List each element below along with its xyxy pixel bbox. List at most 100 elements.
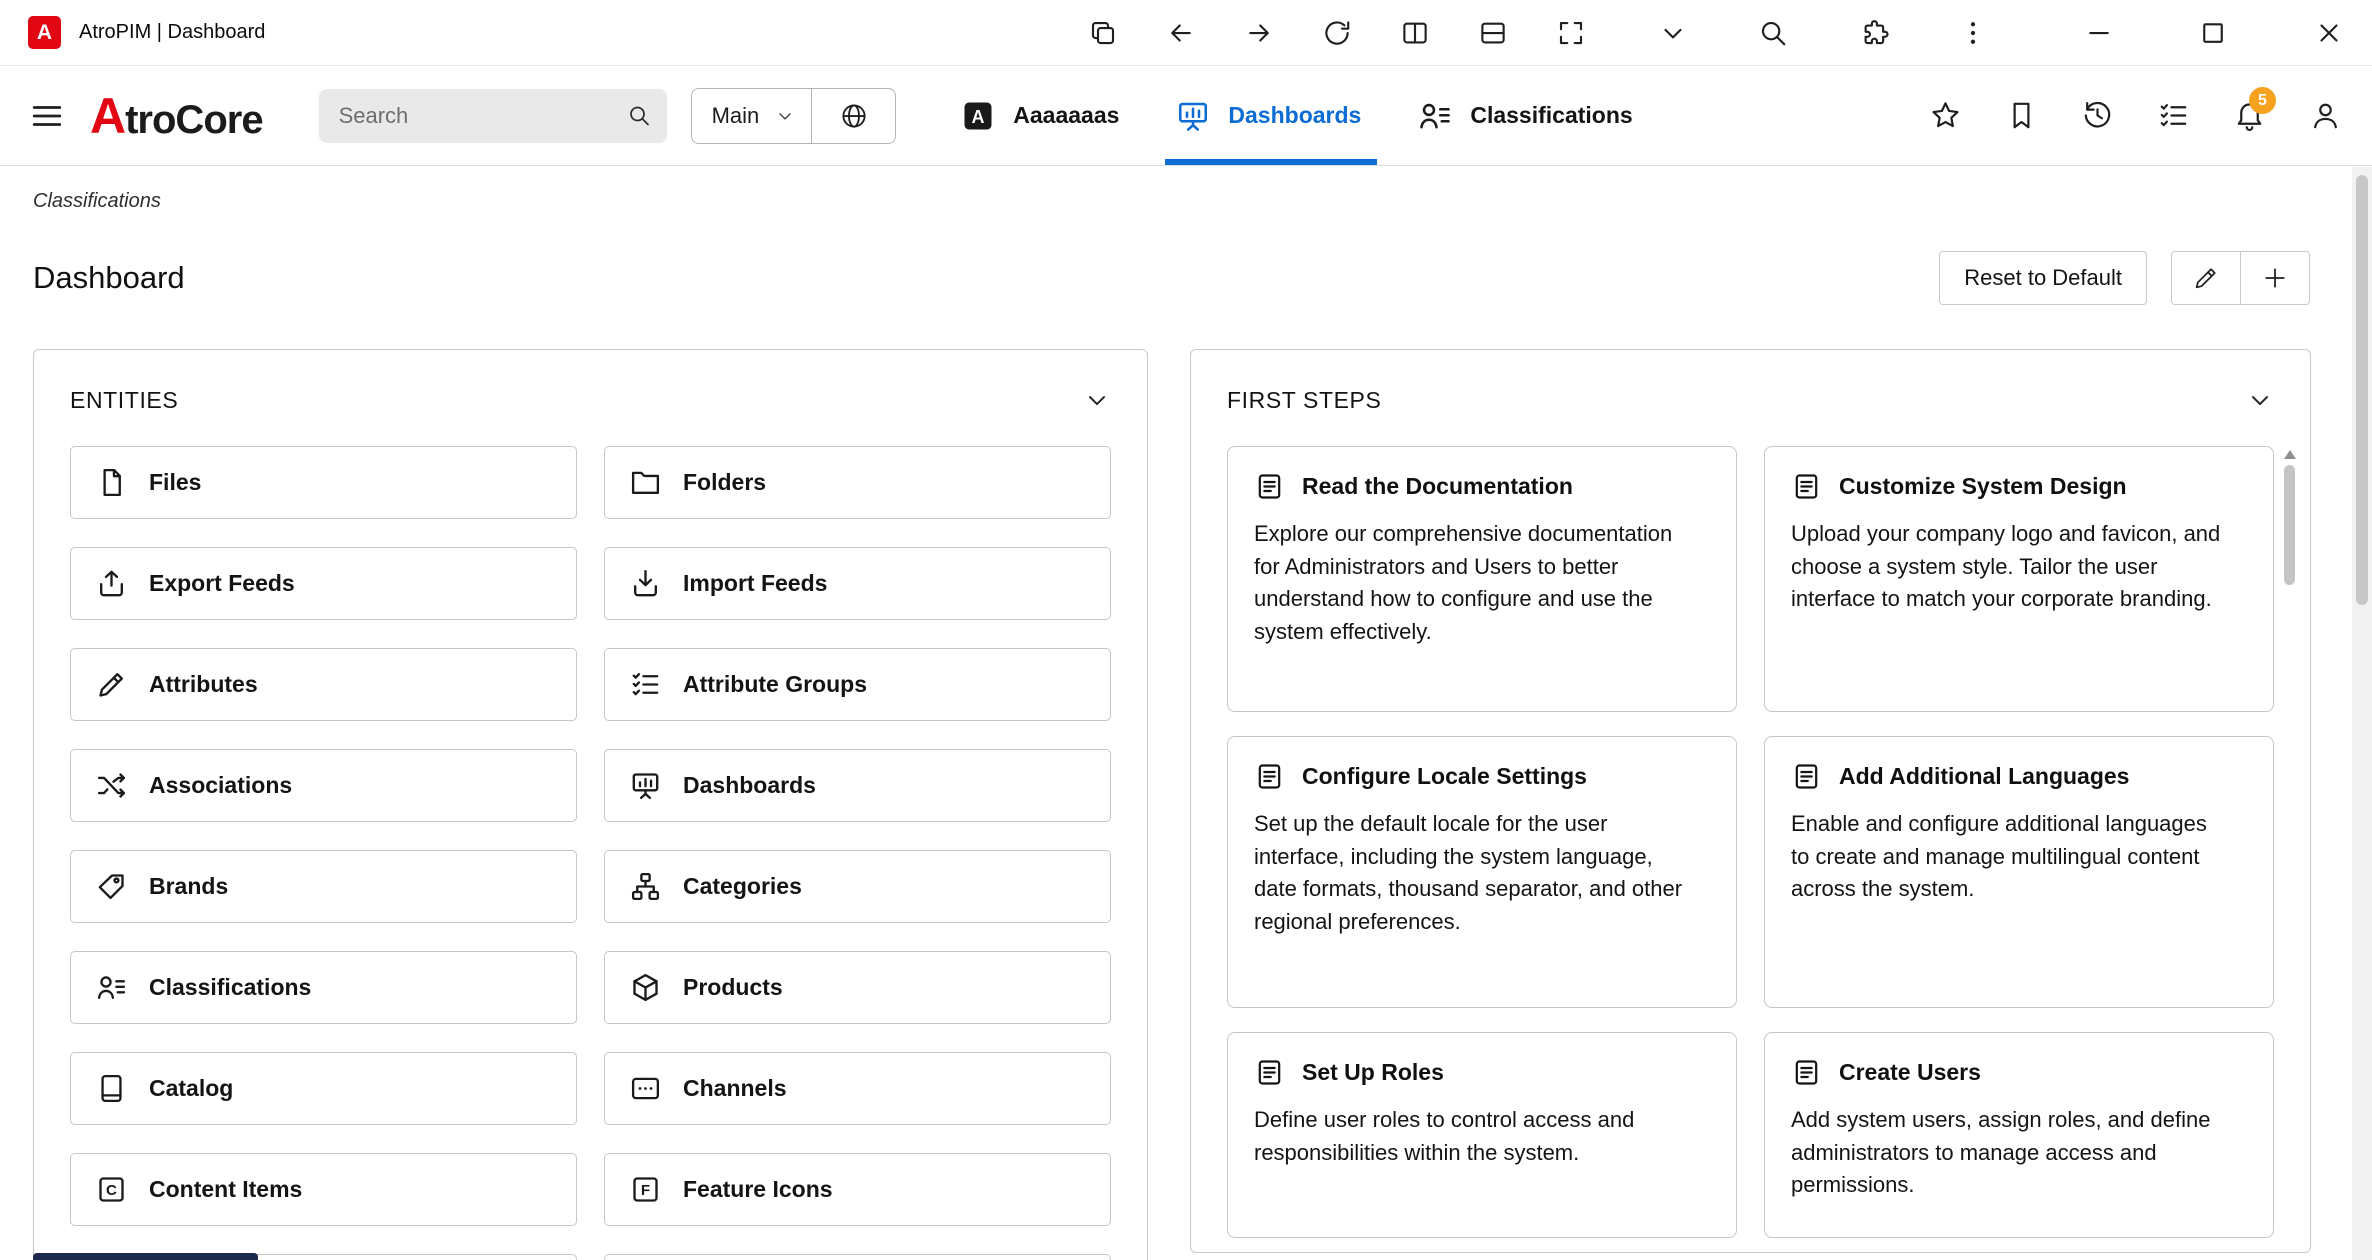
checklist-icon — [629, 668, 662, 701]
tab-classifications[interactable]: Classifications — [1417, 66, 1632, 165]
entity-label: Brands — [149, 873, 228, 900]
entity-shortcut-button[interactable]: Catalog — [70, 1052, 577, 1125]
search-icon[interactable] — [627, 102, 651, 129]
star-icon — [1929, 99, 1962, 132]
tab-aaaaaaas[interactable]: Aaaaaaas — [960, 66, 1119, 165]
sidebar-toggle-button[interactable] — [30, 99, 64, 133]
tag-icon — [95, 870, 128, 903]
breadcrumb[interactable]: Classifications — [33, 190, 2372, 213]
chevron-down-icon — [775, 106, 795, 126]
first-steps-panel-title: FIRST STEPS — [1227, 387, 1381, 414]
first-step-card[interactable]: Read the Documentation Explore our compr… — [1227, 446, 1737, 712]
entity-shortcut-button[interactable]: Content Items — [70, 1153, 577, 1226]
language-globe-button[interactable] — [812, 88, 896, 144]
dashboard-panels: ENTITIES Files Folders Export Feeds Impo… — [33, 349, 2372, 1260]
entity-shortcut-button[interactable]: Classifications — [70, 951, 577, 1024]
favorites-button[interactable] — [1929, 99, 1962, 132]
hamburger-icon — [30, 99, 64, 133]
first-step-card[interactable]: Set Up Roles Define user roles to contro… — [1227, 1032, 1737, 1238]
entity-label: Dashboards — [683, 772, 816, 799]
entity-shortcut-button[interactable]: Export Feeds — [70, 547, 577, 620]
window-scrollbar[interactable] — [2352, 167, 2372, 1260]
entity-shortcut-button[interactable]: Categories — [604, 850, 1111, 923]
entity-shortcut-button[interactable]: Associations — [70, 749, 577, 822]
first-step-card[interactable]: Add Additional Languages Enable and conf… — [1764, 736, 2274, 1008]
history-button[interactable] — [2081, 99, 2114, 132]
entity-label: Attributes — [149, 671, 258, 698]
search-input[interactable] — [339, 103, 627, 129]
split-columns-button[interactable] — [1400, 18, 1430, 48]
add-dashlet-button[interactable] — [2240, 251, 2310, 305]
chevron-down-icon[interactable] — [2246, 386, 2274, 414]
entity-label: Attribute Groups — [683, 671, 867, 698]
page-title: Dashboard — [33, 260, 185, 296]
entity-shortcut-button[interactable]: Files — [70, 446, 577, 519]
split-columns-icon — [1400, 18, 1430, 48]
tab-dashboards[interactable]: Dashboards — [1175, 66, 1361, 165]
forward-button[interactable] — [1244, 18, 1274, 48]
scroll-up-arrow[interactable] — [2284, 450, 2296, 459]
zoom-button[interactable] — [1758, 18, 1788, 48]
doc-lines-icon — [1791, 1057, 1822, 1088]
profile-button[interactable] — [2309, 99, 2342, 132]
card-title: Configure Locale Settings — [1302, 763, 1587, 790]
close-icon — [2314, 18, 2344, 48]
entity-label: Content Items — [149, 1176, 302, 1203]
entity-shortcut-button-cutoff[interactable] — [604, 1254, 1111, 1260]
entity-shortcut-button[interactable]: Products — [604, 951, 1111, 1024]
entity-shortcut-button[interactable]: Brands — [70, 850, 577, 923]
back-button[interactable] — [1166, 18, 1196, 48]
card-body: Add system users, assign roles, and defi… — [1791, 1104, 2231, 1202]
first-steps-grid: Read the Documentation Explore our compr… — [1227, 446, 2274, 1238]
first-steps-panel: FIRST STEPS Read the Documentation Explo… — [1190, 349, 2311, 1253]
dashboard-edit-group — [2171, 251, 2310, 305]
user-list-icon — [95, 971, 128, 1004]
tab-label: Classifications — [1470, 102, 1632, 129]
tasks-button[interactable] — [2157, 99, 2190, 132]
entity-shortcut-button[interactable]: Import Feeds — [604, 547, 1111, 620]
duplicate-tab-button[interactable] — [1088, 18, 1118, 48]
entity-shortcut-button[interactable]: Dashboards — [604, 749, 1111, 822]
app-logo[interactable]: AtroCore — [90, 87, 263, 145]
scrollbar-thumb[interactable] — [2284, 465, 2295, 585]
card-title: Customize System Design — [1839, 473, 2127, 500]
first-step-card[interactable]: Create Users Add system users, assign ro… — [1764, 1032, 2274, 1238]
minimize-button[interactable] — [2084, 18, 2114, 48]
fullscreen-button[interactable] — [1556, 18, 1586, 48]
close-button[interactable] — [2314, 18, 2344, 48]
tab-label: Aaaaaaas — [1013, 102, 1119, 129]
header-icon-group: 5 — [1929, 99, 2342, 132]
extensions-button[interactable] — [1860, 18, 1890, 48]
card-body: Upload your company logo and favicon, an… — [1791, 518, 2231, 616]
reset-to-default-button[interactable]: Reset to Default — [1939, 251, 2147, 305]
edit-dashboard-button[interactable] — [2171, 251, 2241, 305]
entity-shortcut-button[interactable]: Attribute Groups — [604, 648, 1111, 721]
split-rows-button[interactable] — [1478, 18, 1508, 48]
entities-panel-header: ENTITIES — [70, 380, 1111, 420]
entity-label: Classifications — [149, 974, 311, 1001]
panel-scrollbar[interactable] — [2283, 446, 2296, 1240]
bookmarks-button[interactable] — [2005, 99, 2038, 132]
global-search — [319, 89, 667, 143]
window-titlebar: A AtroPIM | Dashboard — [0, 0, 2372, 66]
status-tooltip — [33, 1253, 258, 1260]
chevron-down-icon — [1658, 18, 1688, 48]
scope-select[interactable]: Main — [691, 88, 813, 144]
first-step-card[interactable]: Configure Locale Settings Set up the def… — [1227, 736, 1737, 1008]
chevron-down-icon[interactable] — [1083, 386, 1111, 414]
browser-menu-button[interactable] — [1958, 18, 1988, 48]
maximize-button[interactable] — [2198, 18, 2228, 48]
shuffle-icon — [95, 769, 128, 802]
arrow-left-icon — [1166, 18, 1196, 48]
app-favicon: A — [28, 16, 61, 49]
entity-shortcut-button[interactable]: Folders — [604, 446, 1111, 519]
window-scrollbar-thumb[interactable] — [2356, 175, 2368, 605]
reload-button[interactable] — [1322, 18, 1352, 48]
entity-label: Products — [683, 974, 783, 1001]
entity-shortcut-button[interactable]: Feature Icons — [604, 1153, 1111, 1226]
toolbar-collapse-button[interactable] — [1658, 18, 1688, 48]
first-step-card[interactable]: Customize System Design Upload your comp… — [1764, 446, 2274, 712]
entity-shortcut-button[interactable]: Channels — [604, 1052, 1111, 1125]
entity-shortcut-button[interactable]: Attributes — [70, 648, 577, 721]
entity-label: Catalog — [149, 1075, 233, 1102]
